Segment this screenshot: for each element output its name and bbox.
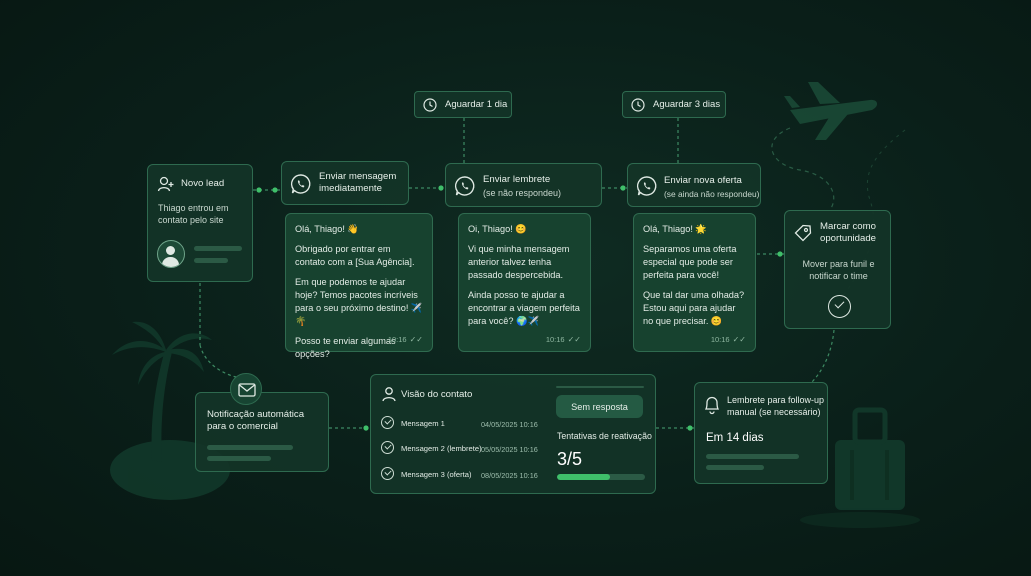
chat-paragraph: Separamos uma oferta especial que pode s…: [643, 244, 737, 280]
reminder-value: Em 14 dias: [706, 432, 764, 444]
reactivation-label: Tentativas de reativação: [557, 431, 652, 441]
check-icon: [381, 416, 394, 429]
placeholder-line: [207, 456, 271, 461]
wait-1-day[interactable]: Aguardar 1 dia: [414, 91, 512, 118]
history-row-label: Mensagem 3 (oferta): [401, 470, 472, 479]
placeholder-line: [194, 246, 242, 251]
step-send-offer[interactable]: Enviar nova oferta (se ainda não respond…: [627, 163, 761, 207]
user-icon: [382, 387, 396, 402]
history-row-date: 08/05/2025 10:16: [481, 471, 538, 480]
check-icon: [381, 441, 394, 454]
step-subtitle: (se não respondeu): [483, 188, 562, 198]
placeholder-line: [207, 445, 293, 450]
add-user-icon: [157, 176, 174, 192]
status-badge: Sem resposta: [556, 395, 643, 418]
placeholder-line: [706, 465, 764, 470]
reactivation-progress: [557, 474, 645, 480]
clock-icon: [631, 97, 645, 112]
chat-paragraph: Vi que minha mensagem anterior talvez te…: [468, 244, 570, 280]
step-title: Enviar lembrete: [483, 174, 551, 185]
card-text: Thiago entrou em contato pelo site: [158, 203, 229, 225]
placeholder-line: [706, 454, 799, 459]
wait-3-days[interactable]: Aguardar 3 dias: [622, 91, 726, 118]
notification-card[interactable]: Notificação automática para o comercial: [195, 392, 329, 472]
chat-greeting: Olá, Thiago! 👋: [295, 224, 359, 234]
progress-fill: [557, 474, 610, 480]
chat-paragraph: Que tal dar uma olhada? Estou aqui para …: [643, 290, 745, 326]
history-row-date: 05/05/2025 10:16: [481, 445, 538, 454]
clock-icon: [423, 97, 437, 112]
double-check-icon: ✓✓: [567, 335, 581, 344]
chat-paragraph: Em que podemos te ajudar hoje? Temos pac…: [295, 277, 423, 326]
divider: [556, 386, 644, 388]
card-title: Novo lead: [181, 178, 225, 189]
card-title: Visão do contato: [401, 389, 473, 400]
card-text: Mover para funil e notificar o time: [802, 259, 875, 281]
whatsapp-icon: [637, 176, 657, 196]
card-text: Notificação automática para o comercial: [207, 409, 305, 432]
placeholder-line: [194, 258, 228, 263]
chat-greeting: Oi, Thiago! 😊: [468, 224, 527, 234]
chat-paragraph: Ainda posso te ajudar a encontrar a viag…: [468, 290, 580, 326]
card-title: Lembrete para follow-up manual (se neces…: [727, 395, 825, 417]
avatar: [157, 240, 185, 268]
tag-icon: [794, 224, 812, 242]
history-row-date: 04/05/2025 10:16: [481, 420, 538, 429]
step-title: Enviar mensagem imediatamente: [319, 171, 397, 194]
double-check-icon: ✓✓: [732, 335, 746, 344]
chat-timestamp: 10:16 ✓✓: [545, 335, 581, 344]
card-title: Marcar como oportunidade: [820, 221, 877, 244]
double-check-icon: ✓✓: [409, 335, 423, 344]
step-send-reminder[interactable]: Enviar lembrete (se não respondeu): [445, 163, 602, 207]
followup-reminder-card[interactable]: Lembrete para follow-up manual (se neces…: [694, 382, 828, 484]
wait-label: Aguardar 1 dia: [445, 99, 508, 110]
check-icon: [381, 467, 394, 480]
novo-lead-card[interactable]: Novo lead Thiago entrou em contato pelo …: [147, 164, 253, 282]
whatsapp-icon: [291, 174, 311, 194]
mail-icon: [230, 373, 262, 405]
mark-opportunity-card[interactable]: Marcar como oportunidade Mover para funi…: [784, 210, 891, 329]
step-send-message[interactable]: Enviar mensagem imediatamente: [281, 161, 409, 205]
bell-icon: [704, 396, 720, 415]
whatsapp-icon: [455, 176, 475, 196]
chat-message-1: Olá, Thiago! 👋 Obrigado por entrar em co…: [285, 213, 433, 359]
wait-label: Aguardar 3 dias: [653, 99, 721, 110]
chat-message-2: Oi, Thiago! 😊 Vi que minha mensagem ante…: [458, 213, 591, 352]
chat-timestamp: 10:16 ✓✓: [710, 335, 746, 344]
reactivation-count: 3/5: [557, 449, 583, 469]
chat-paragraph: Obrigado por entrar em contato com a [Su…: [295, 244, 415, 267]
contact-overview-card: Visão do contato Mensagem 1 04/05/2025 1…: [370, 374, 656, 494]
chat-greeting: Olá, Thiago! 🌟: [643, 224, 707, 234]
history-row-label: Mensagem 1: [401, 419, 445, 428]
automation-flow-canvas: Aguardar 1 dia Aguardar 3 dias Novo lead…: [0, 0, 1031, 576]
step-title: Enviar nova oferta: [664, 175, 742, 186]
chat-timestamp: 10:16 ✓✓: [387, 335, 423, 344]
chat-message-3: Olá, Thiago! 🌟 Separamos uma oferta espe…: [633, 213, 756, 352]
step-subtitle: (se ainda não respondeu): [664, 189, 760, 199]
suitcase-illustration: [835, 407, 905, 510]
check-circle-icon: [828, 295, 851, 318]
history-row-label: Mensagem 2 (lembrete): [401, 444, 482, 453]
airplane-illustration: [784, 82, 878, 140]
